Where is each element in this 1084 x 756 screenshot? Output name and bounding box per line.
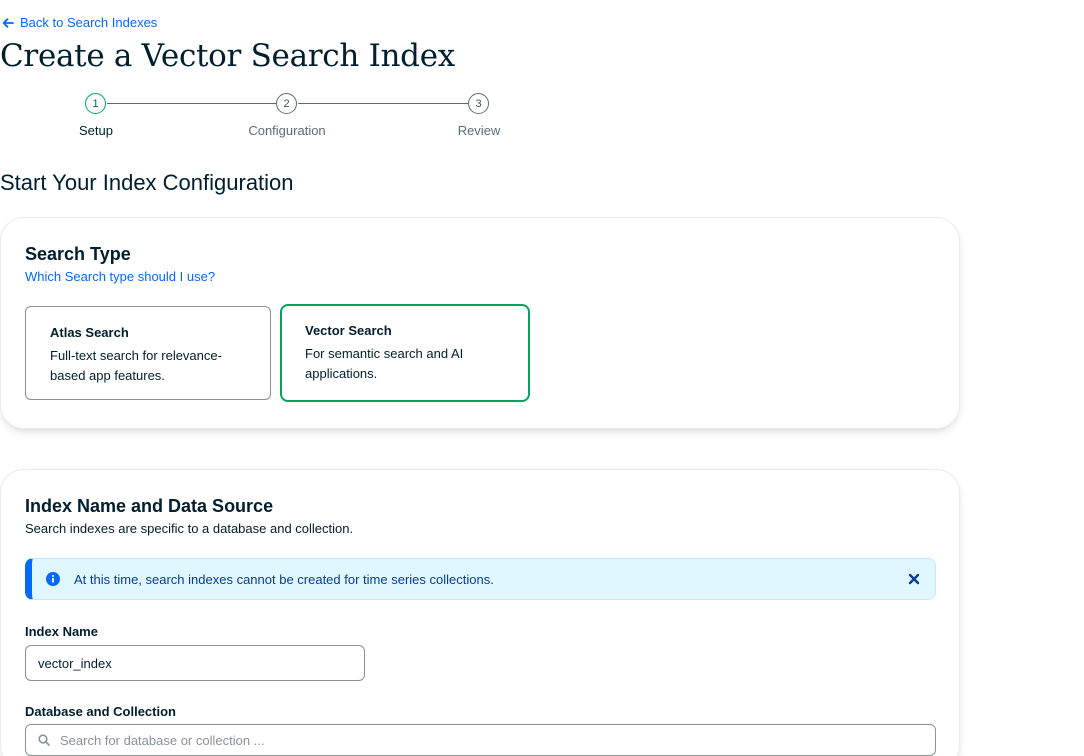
index-source-description: Search indexes are specific to a databas… [25, 521, 354, 536]
vector-search-option[interactable]: Vector Search For semantic search and AI… [280, 304, 530, 402]
page: Back to Search Indexes Create a Vector S… [0, 0, 1084, 756]
db-collection-label: Database and Collection [25, 704, 176, 719]
step-3-label: Review [457, 123, 501, 138]
index-source-heading: Index Name and Data Source [25, 496, 274, 516]
info-icon [46, 572, 60, 586]
stepper: 1 Setup 2 Configuration 3 Review [0, 93, 600, 143]
banner-message: At this time, search indexes cannot be c… [74, 571, 494, 587]
db-collection-search-input[interactable] [60, 732, 935, 748]
search-type-heading: Search Type [25, 244, 131, 264]
index-source-card: Index Name and Data Source Search indexe… [0, 469, 960, 756]
vector-search-description: For semantic search and AI applications. [305, 346, 464, 381]
search-type-help-link[interactable]: Which Search type should I use? [25, 269, 215, 284]
back-link-label: Back to Search Indexes [20, 15, 158, 30]
atlas-search-description: Full-text search for relevance-based app… [50, 348, 222, 383]
close-icon[interactable] [907, 572, 921, 586]
step-2-label: Configuration [248, 123, 326, 138]
search-type-card: Search Type Which Search type should I u… [0, 217, 960, 429]
step-1-label: Setup [79, 123, 113, 138]
arrow-left-icon [2, 17, 14, 28]
atlas-search-option[interactable]: Atlas Search Full-text search for releva… [25, 306, 271, 400]
section-title: Start Your Index Configuration [0, 170, 294, 195]
time-series-info-banner: At this time, search indexes cannot be c… [25, 558, 936, 600]
step-2-indicator[interactable]: 2 [276, 93, 297, 114]
stepper-connector [107, 103, 276, 104]
atlas-search-title: Atlas Search [50, 325, 129, 340]
search-icon [38, 734, 50, 746]
step-1-indicator[interactable]: 1 [85, 93, 106, 114]
stepper-connector [298, 103, 468, 104]
step-3-indicator[interactable]: 3 [468, 93, 489, 114]
db-collection-search[interactable] [25, 724, 936, 756]
back-to-search-indexes-link[interactable]: Back to Search Indexes [2, 15, 157, 30]
vector-search-title: Vector Search [305, 323, 392, 338]
index-name-label: Index Name [25, 624, 98, 639]
page-title: Create a Vector Search Index [0, 38, 455, 74]
index-name-input[interactable] [25, 645, 365, 681]
